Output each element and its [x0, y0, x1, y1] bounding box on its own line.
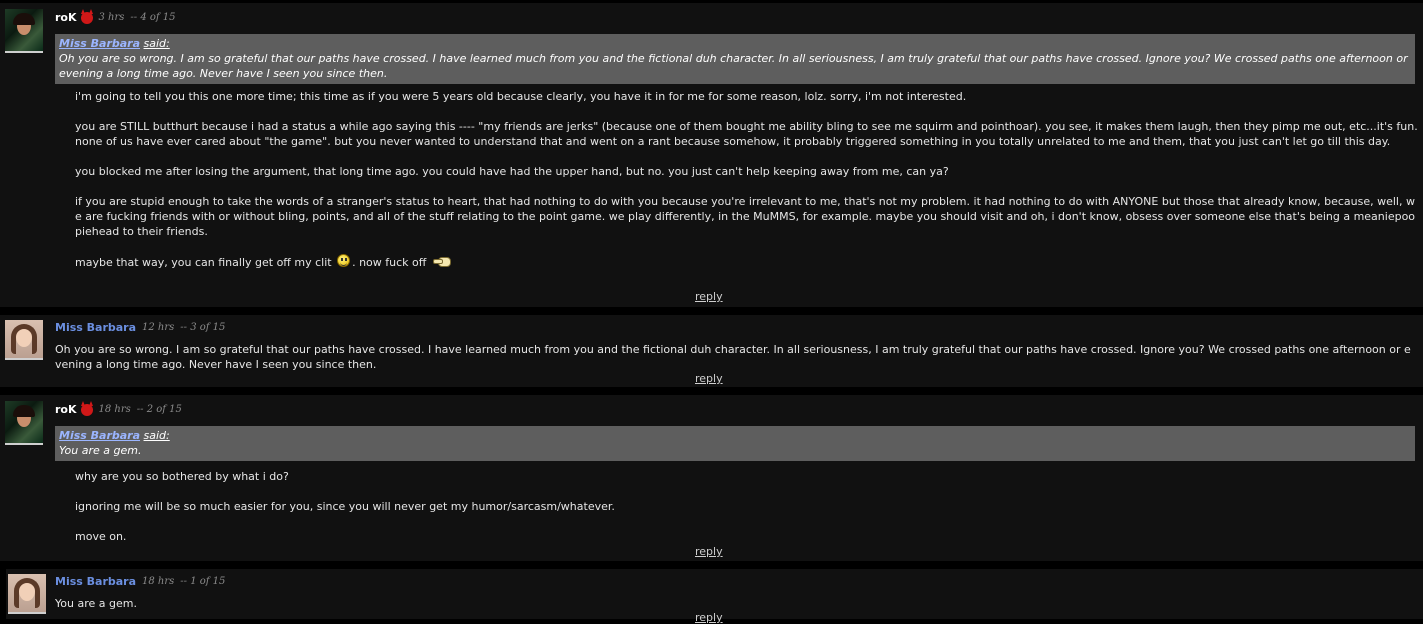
comment-position: -- 1 of 15: [180, 576, 226, 587]
last-text-a: maybe that way, you can finally get off …: [75, 256, 332, 269]
author-name[interactable]: Miss Barbara: [55, 575, 136, 588]
timestamp: 3 hrs: [98, 12, 125, 23]
quote-header: Miss Barbara said:: [59, 36, 1411, 51]
comment-body: Oh you are so wrong. I am so grateful th…: [55, 342, 1415, 372]
comment-header: Miss Barbara 18 hrs -- 1 of 15: [55, 575, 225, 588]
comment-3: Miss Barbara 12 hrs -- 3 of 15 Oh you ar…: [0, 315, 1423, 387]
last-text-b: . now fuck off: [352, 256, 427, 269]
quote-author-link[interactable]: Miss Barbara: [59, 429, 140, 442]
paragraph: you are STILL butthurt because i had a s…: [75, 120, 1418, 148]
reply-link[interactable]: reply: [695, 545, 723, 558]
devil-icon: [80, 400, 93, 416]
reply-link[interactable]: reply: [695, 611, 723, 624]
paragraph: why are you so bothered by what i do?: [75, 470, 289, 483]
paragraph: move on.: [75, 530, 127, 543]
comment-position: -- 2 of 15: [136, 404, 182, 415]
quote-author-link[interactable]: Miss Barbara: [59, 37, 140, 50]
author-name[interactable]: Miss Barbara: [55, 321, 136, 334]
comment-body: i'm going to tell you this one more time…: [75, 89, 1420, 270]
comment-position: -- 3 of 15: [180, 322, 226, 333]
quote-text: You are a gem.: [59, 444, 142, 457]
timestamp: 18 hrs: [142, 576, 175, 587]
author-name[interactable]: roK: [55, 11, 77, 24]
avatar[interactable]: [5, 320, 43, 360]
comment-1: Miss Barbara 18 hrs -- 1 of 15 You are a…: [6, 569, 1423, 624]
smiley-icon: [337, 254, 351, 267]
comment-2: roK 18 hrs -- 2 of 15 Miss Barbara said:…: [0, 395, 1423, 561]
paragraph: Oh you are so wrong. I am so grateful th…: [55, 343, 1411, 371]
author-name[interactable]: roK: [55, 403, 77, 416]
paragraph: You are a gem.: [55, 597, 137, 610]
comment-4: roK 3 hrs -- 4 of 15 Miss Barbara said: …: [0, 3, 1423, 307]
reply-link[interactable]: reply: [695, 372, 723, 385]
comment-header: roK 3 hrs -- 4 of 15: [55, 8, 176, 24]
comment-body: You are a gem.: [55, 596, 1415, 611]
reply-link[interactable]: reply: [695, 290, 723, 303]
quote-header: Miss Barbara said:: [59, 428, 1411, 443]
paragraph-last: maybe that way, you can finally get off …: [75, 254, 1420, 270]
avatar[interactable]: [5, 401, 43, 445]
quote-said: said:: [143, 429, 170, 442]
comment-header: Miss Barbara 12 hrs -- 3 of 15: [55, 321, 225, 334]
comment-header: roK 18 hrs -- 2 of 15: [55, 400, 182, 416]
point-icon: [432, 255, 451, 267]
quote-said: said:: [143, 37, 170, 50]
timestamp: 12 hrs: [142, 322, 175, 333]
avatar[interactable]: [8, 574, 46, 614]
timestamp: 18 hrs: [98, 404, 131, 415]
paragraph: if you are stupid enough to take the wor…: [75, 195, 1416, 238]
quote-block: Miss Barbara said: You are a gem.: [55, 426, 1415, 461]
quote-block: Miss Barbara said: Oh you are so wrong. …: [55, 34, 1415, 84]
paragraph: i'm going to tell you this one more time…: [75, 90, 967, 103]
comment-position: -- 4 of 15: [130, 12, 176, 23]
paragraph: ignoring me will be so much easier for y…: [75, 500, 615, 513]
quote-text: Oh you are so wrong. I am so grateful th…: [59, 52, 1408, 80]
paragraph: you blocked me after losing the argument…: [75, 165, 949, 178]
comment-body: why are you so bothered by what i do? ig…: [75, 469, 1420, 544]
devil-icon: [80, 8, 93, 24]
avatar[interactable]: [5, 9, 43, 53]
